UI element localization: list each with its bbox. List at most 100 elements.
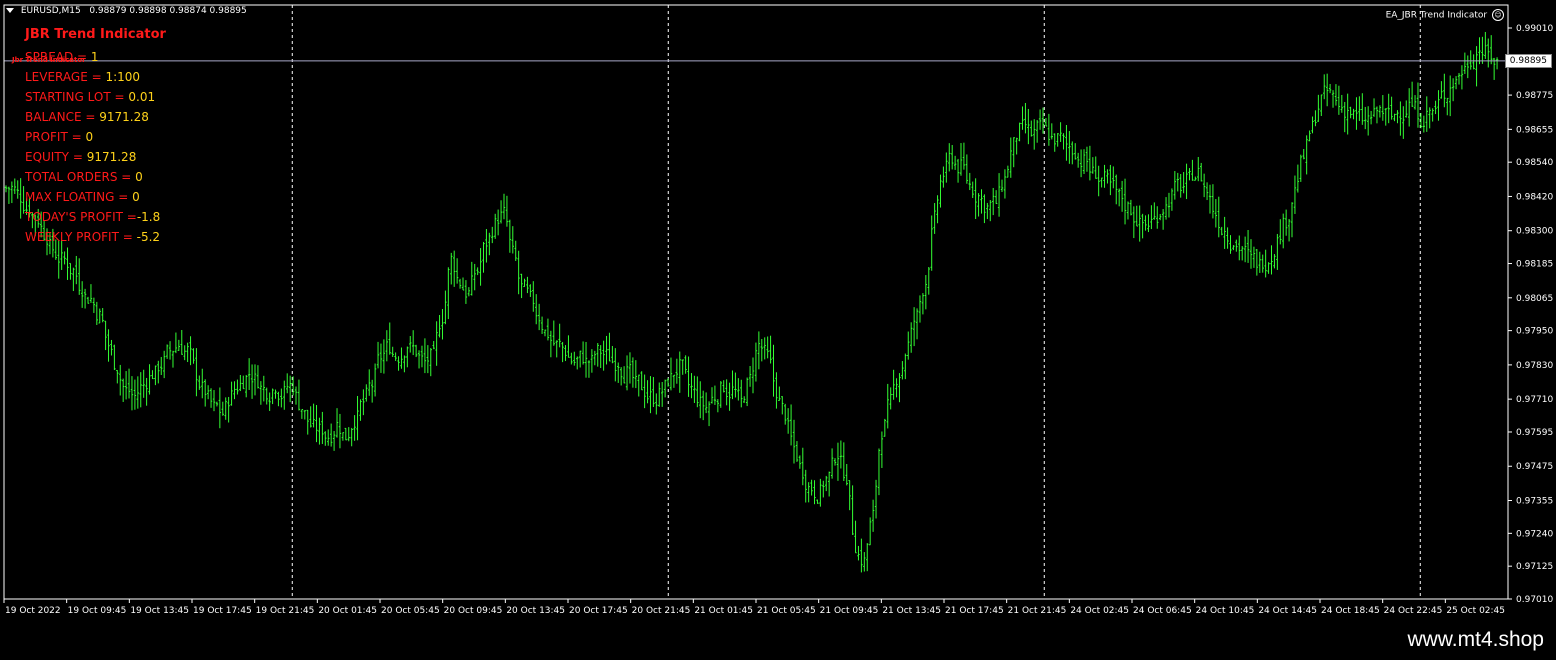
symbol-label: EURUSD,M15 bbox=[20, 6, 81, 16]
ohlc-bar bbox=[804, 469, 807, 503]
ohlc-bar bbox=[148, 364, 151, 395]
chart-canvas[interactable]: 0.99010 0.98775 0.98655 0.98540 0.98420 0.983… bbox=[0, 0, 1556, 625]
ohlc-bar bbox=[327, 429, 330, 446]
ohlc-bar bbox=[1273, 254, 1276, 269]
ohlc-bar bbox=[784, 403, 787, 425]
price-tick-label: 0.98185 bbox=[1516, 260, 1553, 270]
ohlc-bar bbox=[1000, 179, 1004, 192]
ohlc-bar bbox=[552, 320, 555, 346]
panel-row-label: TOTAL ORDERS = bbox=[25, 170, 136, 184]
ohlc-bar bbox=[1056, 133, 1059, 147]
ohlc-bar bbox=[1021, 106, 1024, 130]
ohlc-bar bbox=[1200, 162, 1203, 182]
panel-row-value: 0 bbox=[135, 170, 143, 184]
ohlc-bar bbox=[915, 308, 919, 340]
ohlc-bar bbox=[271, 388, 274, 405]
panel-row-label: SPREAD = bbox=[25, 50, 91, 64]
panel-row-label: TODAY'S PROFIT = bbox=[25, 210, 137, 224]
time-tick-label: 21 Oct 05:45 bbox=[757, 606, 816, 616]
ohlc-bar bbox=[754, 342, 758, 382]
ohlc-bar bbox=[1349, 106, 1352, 119]
ohlc-bar bbox=[151, 370, 154, 380]
panel-row-label: STARTING LOT = bbox=[25, 90, 129, 104]
ohlc-bar bbox=[836, 442, 840, 481]
ohlc-bar bbox=[300, 408, 304, 419]
ohlc-bar bbox=[467, 287, 471, 297]
ohlc-bar bbox=[1229, 235, 1232, 254]
ohlc-bar bbox=[1296, 164, 1300, 193]
info-panel: JBR Trend Indicator SPREAD = 1 LEVERAGE =… bbox=[25, 27, 166, 247]
ohlc-bar bbox=[590, 349, 594, 373]
ohlc-bar bbox=[1185, 163, 1188, 200]
ohlc-bar bbox=[921, 293, 925, 315]
ohlc-bar bbox=[725, 379, 728, 406]
ohlc-bar bbox=[1299, 154, 1302, 182]
ohlc-bar bbox=[622, 366, 626, 384]
ohlc-bar bbox=[1197, 156, 1200, 182]
ohlc-bar bbox=[740, 379, 743, 408]
ohlc-bar bbox=[160, 356, 163, 375]
ohlc-bar bbox=[851, 485, 854, 535]
ohlc-bar bbox=[994, 190, 998, 205]
ohlc-bar bbox=[505, 195, 509, 227]
panel-row: STARTING LOT = 0.01 bbox=[25, 87, 166, 107]
ohlc-bar bbox=[491, 226, 494, 244]
ohlc-bar bbox=[1153, 202, 1156, 220]
time-axis[interactable]: 19 Oct 2022 19 Oct 09:45 19 Oct 13:45 19 Oc… bbox=[3, 599, 1505, 616]
time-tick-label: 24 Oct 14:45 bbox=[1258, 606, 1317, 616]
ohlc-bar bbox=[933, 203, 936, 234]
ohlc-bar bbox=[871, 499, 875, 532]
price-tick-label: 0.98775 bbox=[1516, 91, 1553, 101]
ohlc-bar bbox=[1150, 205, 1153, 230]
ohlc-bar bbox=[464, 280, 468, 304]
expert-advisor-label[interactable]: EA_JBR Trend Indicator ☺ bbox=[1386, 9, 1504, 21]
ohlc-bar bbox=[1085, 146, 1089, 172]
ohlc-bar bbox=[1361, 93, 1364, 125]
price-chart[interactable]: 0.99010 0.98775 0.98655 0.98540 0.98420 0.983… bbox=[0, 0, 1556, 625]
ohlc-bar bbox=[707, 401, 711, 427]
dropdown-triangle-icon[interactable] bbox=[6, 8, 14, 13]
smiley-icon: ☺ bbox=[1492, 9, 1504, 21]
time-tick-label: 20 Oct 21:45 bbox=[632, 606, 691, 616]
ohlc-bar bbox=[1091, 157, 1095, 174]
ohlc-bar bbox=[1366, 106, 1370, 136]
ohlc-bar bbox=[180, 329, 183, 355]
ohlc-bar bbox=[19, 178, 22, 219]
ohlc-bar bbox=[362, 389, 365, 416]
ohlc-bar bbox=[212, 390, 216, 412]
ohlc-bar bbox=[1156, 206, 1159, 229]
ohlc-bar bbox=[722, 380, 725, 393]
ohlc-bar bbox=[936, 195, 939, 224]
ohlc-bar bbox=[236, 379, 239, 395]
ohlc-bar bbox=[1147, 214, 1150, 233]
ohlc-bar bbox=[1405, 100, 1408, 118]
ohlc-bar bbox=[951, 145, 954, 170]
ohlc-bar bbox=[283, 380, 286, 410]
ohlc-bar bbox=[321, 411, 324, 445]
ohlc-bar bbox=[1364, 106, 1367, 130]
ohlc-bar bbox=[1062, 133, 1065, 150]
ohlc-bar bbox=[429, 348, 432, 377]
ohlc-bar bbox=[1422, 115, 1426, 133]
ohlc-bar bbox=[1410, 81, 1414, 107]
ohlc-bar bbox=[927, 266, 930, 295]
ohlc-bar bbox=[496, 209, 500, 236]
ohlc-bar bbox=[520, 273, 523, 299]
symbol-header[interactable]: EURUSD,M15 0.98879 0.98898 0.98874 0.988… bbox=[6, 6, 247, 16]
ohlc-bar bbox=[1115, 174, 1118, 205]
ohlc-bar bbox=[1276, 233, 1279, 270]
ohlc-bar bbox=[312, 403, 315, 428]
ohlc-bar bbox=[230, 381, 233, 406]
ohlc-bar bbox=[608, 332, 611, 362]
ohlc-bar bbox=[201, 368, 204, 399]
ohlc-bar bbox=[265, 387, 268, 405]
panel-row-label: LEVERAGE = bbox=[25, 70, 106, 84]
time-tick-label: 25 Oct 02:45 bbox=[1446, 606, 1505, 616]
ohlc-bar bbox=[438, 314, 441, 338]
ohlc-bar bbox=[1214, 199, 1218, 228]
ohlc-bar bbox=[124, 371, 128, 400]
ohlc-bar bbox=[1235, 239, 1238, 252]
ohlc-bar bbox=[860, 538, 863, 573]
ohlc-bar bbox=[1079, 149, 1083, 178]
panel-row-value: 1:100 bbox=[105, 70, 141, 84]
